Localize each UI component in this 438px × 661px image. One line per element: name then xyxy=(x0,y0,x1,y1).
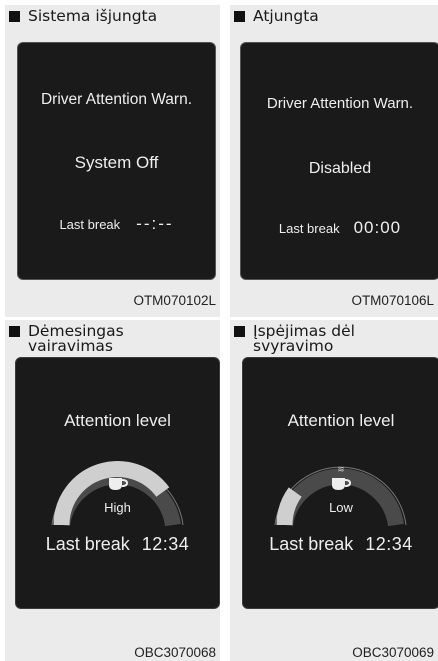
last-break-label: Last break xyxy=(269,534,354,554)
image-code: OTM070106L xyxy=(351,293,434,308)
image-code: OBC3070068 xyxy=(134,645,216,660)
last-break-time: 00:00 xyxy=(353,218,402,237)
bullet-square-icon xyxy=(9,11,20,22)
display-title: Driver Attention Warn. xyxy=(266,95,414,112)
last-break-time: --:-- xyxy=(136,214,174,233)
display-title: Driver Attention Warn. xyxy=(40,91,193,108)
panel-heading: Įspėjimas dėl svyravimo xyxy=(234,322,433,355)
heading-text: Sistema išjungta xyxy=(28,7,158,25)
bullet-square-icon xyxy=(234,11,245,22)
heading-text: Įspėjimas dėl svyravimo xyxy=(253,322,355,355)
cup-icon xyxy=(16,476,219,492)
steaming-cup-icon xyxy=(243,476,438,492)
cluster-display: Driver Attention Warn. System Off Last b… xyxy=(17,42,216,280)
panel-heading: Atjungta xyxy=(234,7,319,25)
last-break-time: 12:34 xyxy=(141,534,190,554)
panel-attentive-driving: Dėmesingas vairavimas Attention level Hi… xyxy=(5,320,220,661)
heading-text: Dėmesingas vairavimas xyxy=(28,322,124,355)
panel-disabled: Atjungta Driver Attention Warn. Disabled… xyxy=(230,5,438,317)
attention-level-label: Attention level xyxy=(64,411,171,430)
system-state: System Off xyxy=(74,153,159,172)
panel-swaying-warning: Įspėjimas dėl svyravimo Attention level … xyxy=(230,320,438,661)
attention-level-label: Attention level xyxy=(287,411,395,430)
steam-icon: ≋ xyxy=(337,464,345,474)
last-break-row: Last break --:-- xyxy=(18,214,215,234)
bullet-square-icon xyxy=(234,326,245,337)
image-code: OBC3070069 xyxy=(352,645,434,660)
panel-heading: Sistema išjungta xyxy=(9,7,158,25)
last-break-label: Last break xyxy=(45,534,130,554)
last-break-row: Last break 12:34 xyxy=(243,534,438,555)
panel-heading: Dėmesingas vairavimas xyxy=(9,322,208,355)
attention-level-value: High xyxy=(104,500,131,515)
last-break-label: Last break xyxy=(59,217,121,232)
cluster-display: Attention level High Last break 12:34 xyxy=(15,357,220,609)
cluster-display: Attention level ≋ Low Last break 12:34 xyxy=(242,357,438,609)
image-code: OTM070102L xyxy=(133,293,216,308)
panel-system-off: Sistema išjungta Driver Attention Warn. … xyxy=(5,5,220,317)
bullet-square-icon xyxy=(9,326,20,337)
system-state: Disabled xyxy=(308,160,372,177)
last-break-label: Last break xyxy=(278,221,340,236)
last-break-time: 12:34 xyxy=(365,534,413,554)
last-break-row: Last break 00:00 xyxy=(241,218,438,238)
heading-text: Atjungta xyxy=(253,7,319,25)
cluster-display: Driver Attention Warn. Disabled Last bre… xyxy=(240,42,438,280)
last-break-row: Last break 12:34 xyxy=(16,534,219,555)
attention-level-value: Low xyxy=(329,500,353,515)
